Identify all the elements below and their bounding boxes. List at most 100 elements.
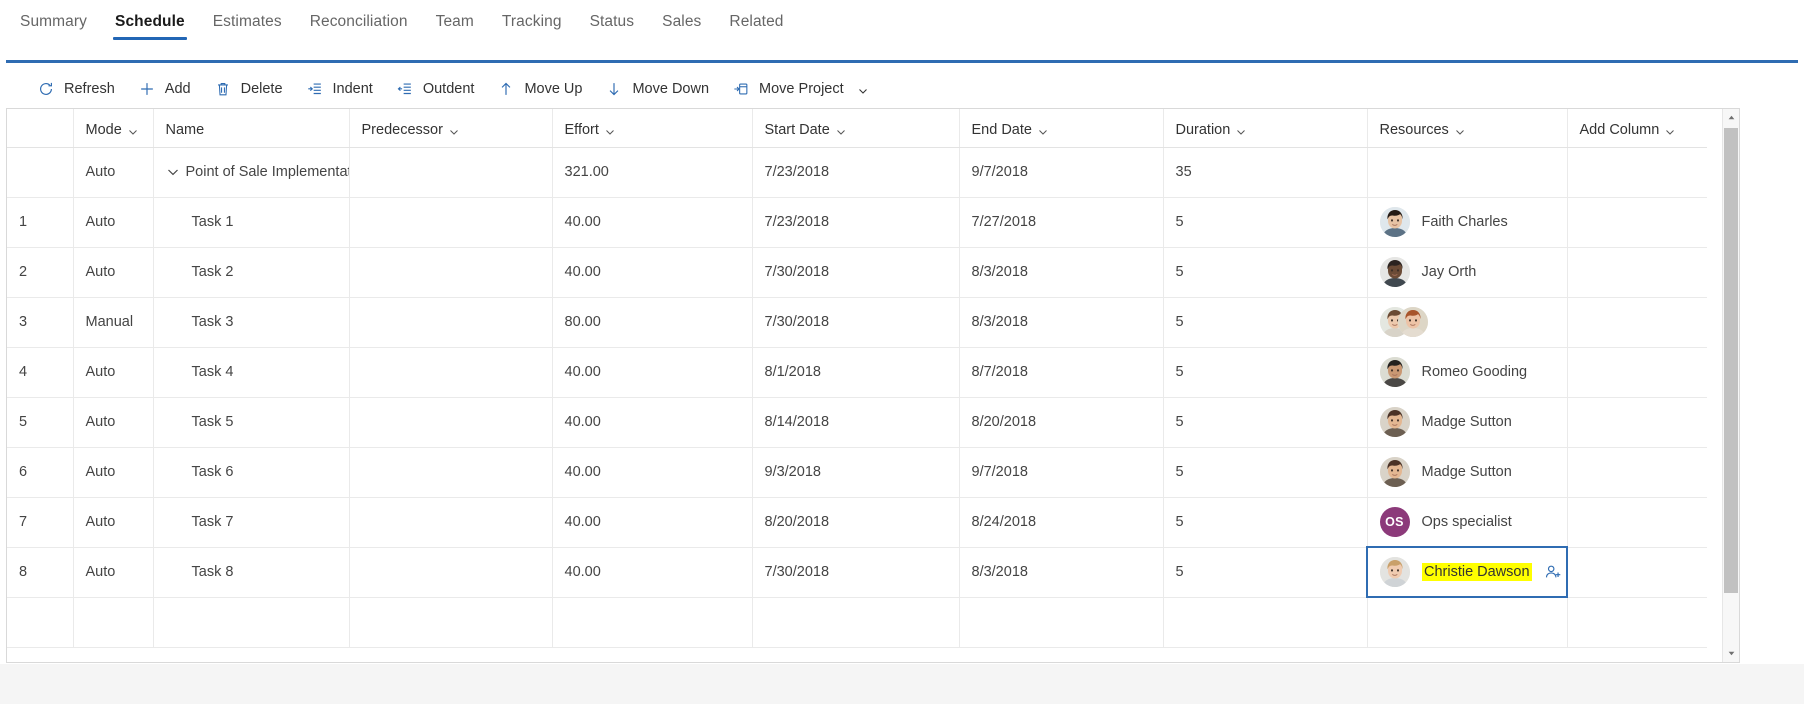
end-date-cell[interactable]: 8/3/2018: [959, 297, 1164, 348]
chevron-down-icon[interactable]: [128, 125, 138, 135]
add-person-icon[interactable]: [1544, 562, 1562, 582]
empty-cell[interactable]: [1367, 597, 1568, 648]
resources-cell[interactable]: [1367, 297, 1568, 348]
start-date-cell[interactable]: 8/20/2018: [752, 497, 960, 548]
predecessor-cell[interactable]: [349, 547, 553, 598]
mode-cell[interactable]: Auto: [73, 197, 154, 248]
resources-cell[interactable]: Madge Sutton: [1367, 397, 1568, 448]
effort-cell[interactable]: 40.00: [552, 547, 753, 598]
empty-cell[interactable]: [349, 597, 553, 648]
chevron-down-icon[interactable]: [1038, 125, 1048, 135]
column-header-end-date[interactable]: End Date: [959, 109, 1164, 148]
column-header-add-column[interactable]: Add Column: [1567, 109, 1707, 148]
task-name-cell[interactable]: Task 5: [153, 397, 350, 448]
row-index-cell[interactable]: 3: [7, 297, 74, 348]
avatar[interactable]: [1380, 557, 1410, 587]
effort-cell[interactable]: 40.00: [552, 247, 753, 298]
move-up-button[interactable]: Move Up: [488, 75, 596, 103]
tab-team[interactable]: Team: [422, 0, 488, 50]
row-index-cell[interactable]: 2: [7, 247, 74, 298]
add-button[interactable]: Add: [129, 75, 205, 103]
avatar[interactable]: [1379, 407, 1410, 437]
end-date-cell[interactable]: 8/3/2018: [959, 547, 1164, 598]
table-row[interactable]: 7 Auto Task 7 40.00 8/20/2018 8/24/2018 5 OS Ops…: [7, 497, 1707, 548]
empty-cell[interactable]: [959, 597, 1164, 648]
chevron-down-icon[interactable]: [1455, 125, 1465, 135]
row-index-cell[interactable]: [7, 147, 74, 198]
table-row-partial[interactable]: [7, 597, 1707, 648]
table-row[interactable]: 4 Auto Task 4 40.00 8/1/2018 8/7/2018 5 Romeo G…: [7, 347, 1707, 398]
avatar[interactable]: [1397, 307, 1428, 337]
tab-tracking[interactable]: Tracking: [488, 0, 576, 50]
chevron-down-icon[interactable]: [1236, 125, 1246, 135]
mode-cell[interactable]: Auto: [73, 547, 154, 598]
end-date-cell[interactable]: 9/7/2018: [959, 147, 1164, 198]
resources-cell[interactable]: Christie Dawson: [1366, 546, 1568, 598]
start-date-cell[interactable]: 8/1/2018: [752, 347, 960, 398]
table-row[interactable]: 1 Auto Task 1 40.00 7/23/2018 7/27/2018 5 Faith…: [7, 197, 1707, 248]
chevron-down-icon[interactable]: [605, 125, 615, 135]
tab-sales[interactable]: Sales: [648, 0, 715, 50]
effort-cell[interactable]: 321.00: [552, 147, 753, 198]
task-name-cell[interactable]: Task 4: [153, 347, 350, 398]
column-header-resources[interactable]: Resources: [1367, 109, 1568, 148]
scroll-down-arrow-icon[interactable]: [1723, 645, 1739, 662]
task-name-cell[interactable]: Task 8: [153, 547, 350, 598]
avatar[interactable]: [1379, 207, 1410, 237]
mode-cell[interactable]: Auto: [73, 497, 154, 548]
resources-cell[interactable]: Madge Sutton: [1367, 447, 1568, 498]
column-header-start-date[interactable]: Start Date: [752, 109, 960, 148]
start-date-cell[interactable]: 7/30/2018: [752, 297, 960, 348]
predecessor-cell[interactable]: [349, 297, 553, 348]
predecessor-cell[interactable]: [349, 397, 553, 448]
chevron-down-icon[interactable]: [449, 125, 459, 135]
chevron-down-icon[interactable]: [1665, 125, 1675, 135]
delete-button[interactable]: Delete: [205, 75, 297, 103]
scroll-up-arrow-icon[interactable]: [1723, 109, 1739, 126]
row-index-cell[interactable]: 6: [7, 447, 74, 498]
duration-cell[interactable]: 5: [1163, 397, 1368, 448]
mode-cell[interactable]: Auto: [73, 147, 154, 198]
start-date-cell[interactable]: 7/30/2018: [752, 247, 960, 298]
end-date-cell[interactable]: 7/27/2018: [959, 197, 1164, 248]
effort-cell[interactable]: 80.00: [552, 297, 753, 348]
indent-button[interactable]: Indent: [297, 75, 387, 103]
collapse-chevron-icon[interactable]: [166, 165, 180, 179]
task-name-cell[interactable]: Task 1: [153, 197, 350, 248]
duration-cell[interactable]: 35: [1163, 147, 1368, 198]
predecessor-cell[interactable]: [349, 147, 553, 198]
task-name-cell[interactable]: Task 6: [153, 447, 350, 498]
mode-cell[interactable]: Auto: [73, 347, 154, 398]
end-date-cell[interactable]: 8/7/2018: [959, 347, 1164, 398]
table-row[interactable]: 6 Auto Task 6 40.00 9/3/2018 9/7/2018 5 Madge S…: [7, 447, 1707, 498]
empty-cell[interactable]: [752, 597, 960, 648]
table-row[interactable]: 3 Manual Task 3 80.00 7/30/2018 8/3/2018 5: [7, 297, 1707, 348]
end-date-cell[interactable]: 8/3/2018: [959, 247, 1164, 298]
column-header-mode[interactable]: Mode: [73, 109, 154, 148]
mode-cell[interactable]: Auto: [73, 397, 154, 448]
duration-cell[interactable]: 5: [1163, 247, 1368, 298]
row-index-cell[interactable]: 7: [7, 497, 74, 548]
resources-cell[interactable]: Jay Orth: [1367, 247, 1568, 298]
effort-cell[interactable]: 40.00: [552, 447, 753, 498]
empty-cell[interactable]: [7, 597, 74, 648]
row-index-cell[interactable]: 1: [7, 197, 74, 248]
table-row[interactable]: 2 Auto Task 2 40.00 7/30/2018 8/3/2018 5 Jay Or…: [7, 247, 1707, 298]
column-header-predecessor[interactable]: Predecessor: [349, 109, 553, 148]
start-date-cell[interactable]: 7/23/2018: [752, 147, 960, 198]
effort-cell[interactable]: 40.00: [552, 347, 753, 398]
empty-cell[interactable]: [73, 597, 154, 648]
row-index-cell[interactable]: 5: [7, 397, 74, 448]
outdent-button[interactable]: Outdent: [387, 75, 489, 103]
effort-cell[interactable]: 40.00: [552, 397, 753, 448]
column-header-duration[interactable]: Duration: [1163, 109, 1368, 148]
predecessor-cell[interactable]: [349, 247, 553, 298]
predecessor-cell[interactable]: [349, 447, 553, 498]
start-date-cell[interactable]: 9/3/2018: [752, 447, 960, 498]
mode-cell[interactable]: Manual: [73, 297, 154, 348]
tab-status[interactable]: Status: [576, 0, 649, 50]
table-row[interactable]: Auto Point of Sale Implementat 321.00 7/23/…: [7, 147, 1707, 198]
effort-cell[interactable]: 40.00: [552, 497, 753, 548]
effort-cell[interactable]: 40.00: [552, 197, 753, 248]
end-date-cell[interactable]: 8/24/2018: [959, 497, 1164, 548]
